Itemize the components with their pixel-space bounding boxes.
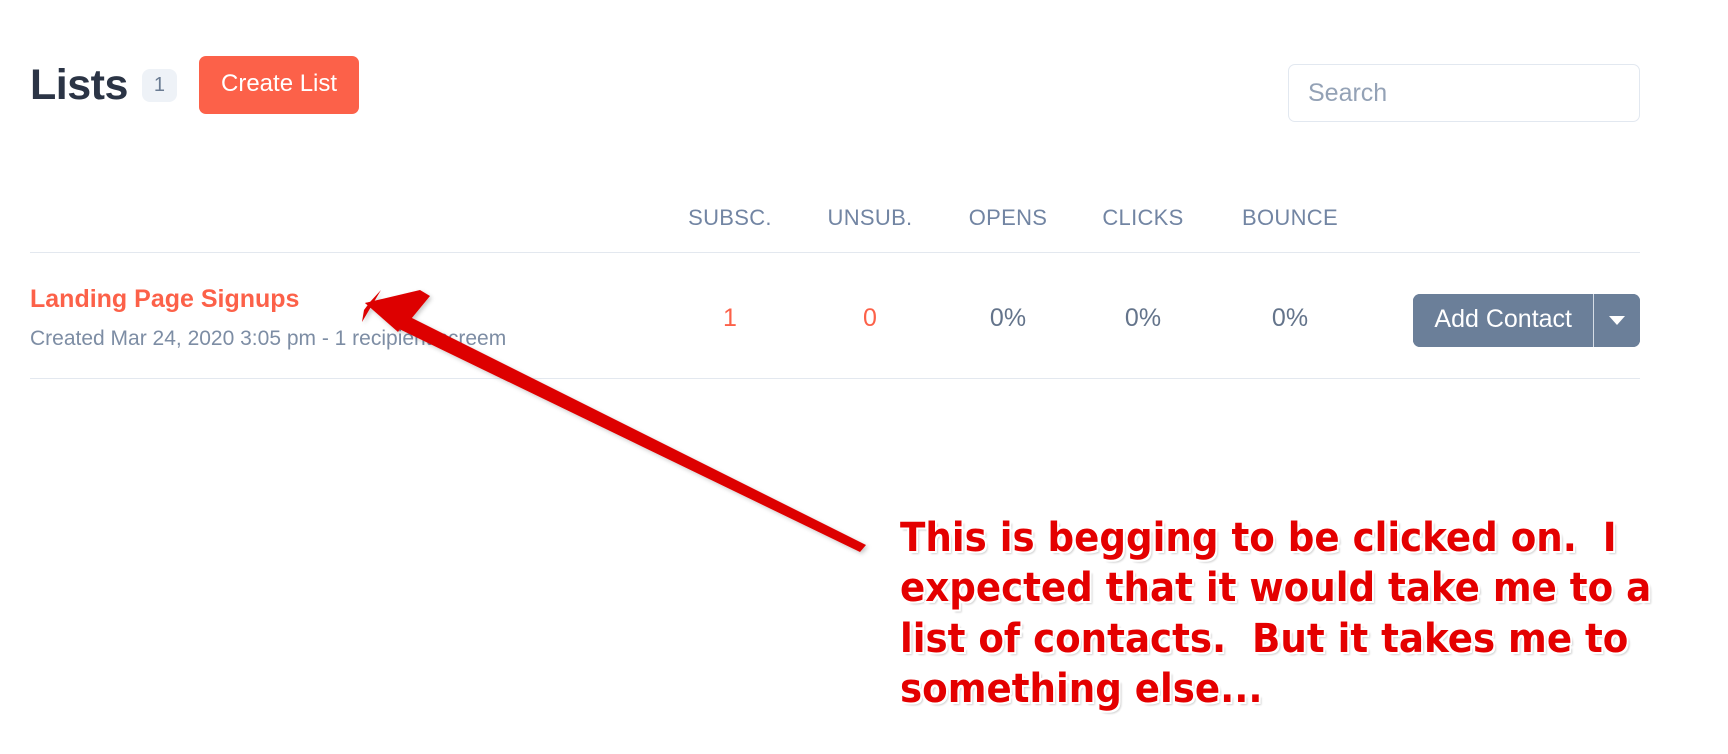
table-row: Landing Page Signups Created Mar 24, 2020… [30, 253, 1640, 378]
cell-clicks: 0% [1124, 304, 1162, 332]
page-header: Lists 1 Create List [30, 56, 360, 114]
page-root: Lists 1 Create List SUBSC. UNSUB. OPENS CLI… [0, 0, 1728, 754]
add-contact-dropdown-toggle[interactable] [1594, 294, 1640, 347]
lists-table: SUBSC. UNSUB. OPENS CLICKS BOUNCE Landing Pa… [30, 205, 1640, 379]
lists-count-badge: 1 [141, 68, 177, 102]
caret-down-icon [1609, 316, 1625, 325]
table-header-row: SUBSC. UNSUB. OPENS CLICKS BOUNCE [30, 205, 1640, 252]
table-footer-divider [30, 378, 1640, 379]
table-column-header: UNSUB. [827, 205, 913, 230]
cell-bounce: 0% [1271, 304, 1309, 332]
add-contact-button[interactable]: Add Contact [1413, 294, 1593, 347]
table-body: Landing Page Signups Created Mar 24, 2020… [30, 253, 1640, 378]
table-column-header: SUBSC. [688, 205, 772, 230]
list-name-link[interactable]: Landing Page Signups [30, 285, 506, 314]
create-list-button[interactable]: Create List [199, 56, 360, 114]
table-column-header: CLICKS [1102, 205, 1184, 230]
annotation-text: This is begging to be clicked on. I expe… [900, 515, 1665, 713]
list-meta-text: Created Mar 24, 2020 3:05 pm - 1 recipie… [30, 326, 507, 350]
table-column-header: OPENS [968, 205, 1048, 230]
page-title: Lists [30, 60, 128, 109]
search-container [1288, 64, 1640, 122]
cell-subsc[interactable]: 1 [723, 304, 737, 333]
search-input[interactable] [1288, 64, 1640, 122]
table-column-header: BOUNCE [1242, 205, 1338, 230]
add-contact-split-button: Add Contact [1413, 294, 1640, 347]
list-row-main: Landing Page Signups Created Mar 24, 2020… [30, 285, 506, 351]
cell-unsub[interactable]: 0 [863, 304, 877, 333]
cell-opens: 0% [989, 304, 1027, 332]
